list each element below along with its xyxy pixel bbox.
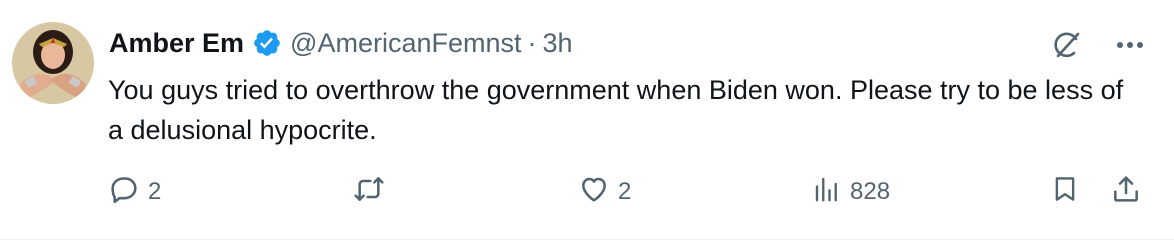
tweet-top-actions bbox=[1050, 28, 1144, 62]
heart-icon bbox=[578, 173, 610, 212]
tweet-text: You guys tried to overthrow the governme… bbox=[108, 75, 1124, 145]
avatar[interactable] bbox=[12, 22, 94, 104]
share-button[interactable] bbox=[1110, 172, 1142, 212]
reply-icon bbox=[108, 173, 140, 212]
reply-count: 2 bbox=[148, 178, 162, 205]
bookmark-icon bbox=[1050, 172, 1080, 213]
views-icon bbox=[812, 173, 842, 212]
like-button[interactable]: 2 bbox=[578, 172, 631, 212]
like-count: 2 bbox=[618, 178, 632, 205]
more-icon[interactable] bbox=[1116, 41, 1144, 49]
grok-icon[interactable] bbox=[1050, 28, 1084, 62]
tweet-card[interactable]: Amber Em @AmericanFemnst · 3h You guys t… bbox=[0, 0, 1174, 240]
separator-dot: · bbox=[527, 27, 537, 58]
reply-button[interactable]: 2 bbox=[108, 172, 161, 212]
tweet-header: Amber Em @AmericanFemnst · 3h bbox=[109, 25, 573, 61]
retweet-icon bbox=[352, 173, 386, 212]
views-count: 828 bbox=[850, 178, 891, 205]
views-button[interactable]: 828 bbox=[812, 172, 890, 212]
display-name[interactable]: Amber Em bbox=[109, 28, 244, 59]
timestamp[interactable]: 3h bbox=[543, 28, 573, 59]
verified-badge-icon[interactable] bbox=[252, 28, 282, 58]
tweet-actions: 2 2 828 bbox=[108, 172, 1146, 212]
bookmark-button[interactable] bbox=[1050, 172, 1080, 212]
author-handle[interactable]: @AmericanFemnst bbox=[290, 28, 521, 59]
share-icon bbox=[1110, 172, 1142, 213]
retweet-button[interactable] bbox=[352, 172, 394, 212]
